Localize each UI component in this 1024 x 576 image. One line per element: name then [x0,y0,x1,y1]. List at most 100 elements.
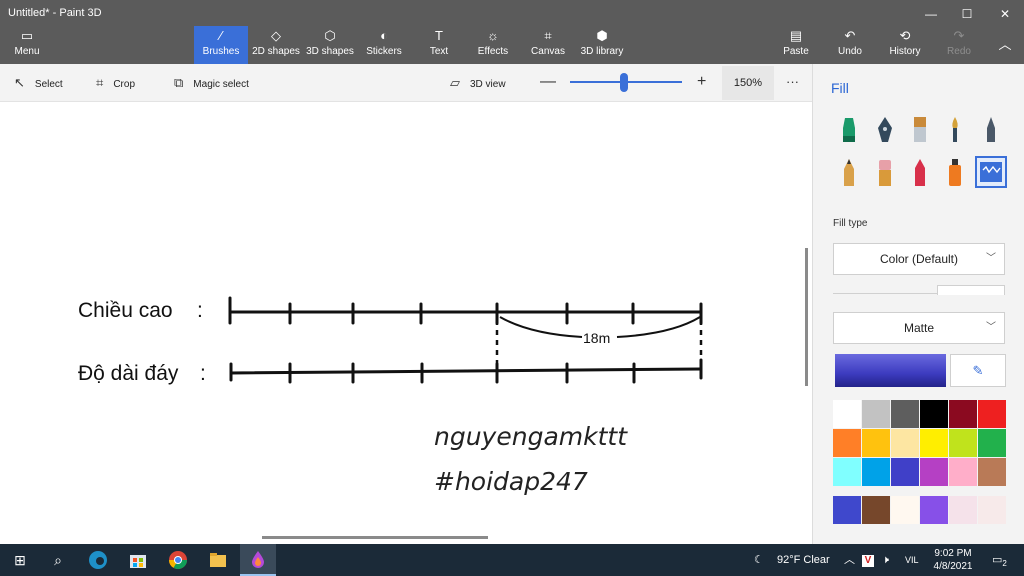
crop-icon: ⌗ [96,75,104,90]
notification-center-icon[interactable]: ▭2 [992,544,1007,576]
menu-button[interactable]: ▭ Menu [8,26,46,64]
base-segment [229,358,703,384]
store-icon [130,555,146,568]
redo-button[interactable]: ↷ Redo [944,26,974,64]
fill-bucket[interactable] [975,156,1007,188]
color-swatch[interactable] [891,458,919,486]
spray-can[interactable] [939,156,971,188]
chrome-app[interactable] [160,544,196,576]
fill-type-dropdown[interactable]: Color (Default) ﹀ [833,243,1005,275]
zoom-percentage[interactable]: 150% [722,66,774,100]
crop-button[interactable]: ⌗ Crop [96,64,135,102]
brush-icon: ⁄ [219,28,223,43]
hashtag-text: #hoidap247 [434,467,588,496]
eraser[interactable] [869,156,901,188]
color-swatch[interactable] [949,458,977,486]
color-swatch[interactable] [978,400,1006,428]
tray-chevron-up-icon[interactable]: ︿ [844,544,855,576]
brace-left [499,316,583,338]
pixel-pen[interactable] [975,114,1007,146]
close-window-button[interactable]: ✕ [986,2,1024,26]
color-swatch[interactable] [891,400,919,428]
color-swatch[interactable] [833,429,861,457]
file-explorer-app[interactable] [200,544,236,576]
zoom-slider-thumb[interactable] [619,73,628,92]
system-clock[interactable]: 9:02 PM 4/8/2021 [926,547,980,573]
color-swatch[interactable] [949,400,977,428]
watercolor-brush-icon [952,117,958,142]
horizontal-scrollbar[interactable] [262,536,488,539]
marker-brush[interactable] [833,114,865,146]
custom-color-swatch[interactable] [949,496,977,524]
color-swatch[interactable] [862,429,890,457]
custom-color-swatch[interactable] [978,496,1006,524]
custom-color-swatch[interactable] [833,496,861,524]
calligraphy-pen[interactable] [869,114,901,146]
vietkey-icon[interactable]: V [862,544,874,576]
canvas-tab[interactable]: ⌗ Canvas [530,26,566,64]
pencil[interactable] [833,156,865,188]
3d-library-tab[interactable]: ⬢ 3D library [580,26,624,64]
vertical-scrollbar[interactable] [805,248,808,386]
marker-brush-icon [843,118,855,142]
finish-dropdown[interactable]: Matte ﹀ [833,312,1005,344]
edge-app[interactable] [80,544,116,576]
zoom-in-button[interactable]: + [697,64,706,102]
spray-can-icon [949,159,961,186]
color-swatch[interactable] [920,400,948,428]
color-swatch[interactable] [833,400,861,428]
eyedropper-button[interactable]: ✎ [950,354,1006,387]
watercolor-brush[interactable] [939,114,971,146]
3d-view-icon: ▱ [450,75,460,90]
custom-color-swatch[interactable] [920,496,948,524]
text-tab[interactable]: T Text [424,26,454,64]
color-swatch[interactable] [978,429,1006,457]
oil-brush-icon [914,117,926,142]
color-swatch[interactable] [862,400,890,428]
color-swatch[interactable] [978,458,1006,486]
collapse-ribbon-button[interactable]: ︿ [990,26,1020,64]
color-swatch[interactable] [891,429,919,457]
stickers-tab[interactable]: ◐ Stickers [362,26,406,64]
input-language[interactable]: VIL [905,544,919,576]
custom-color-swatch[interactable] [891,496,919,524]
undo-button[interactable]: ↶ Undo [834,26,866,64]
custom-color-swatch[interactable] [862,496,890,524]
minimize-button[interactable]: — [912,2,950,26]
undo-icon: ↶ [844,28,856,43]
effects-tab[interactable]: ☼ Effects [474,26,512,64]
more-options-button[interactable]: ··· [786,64,799,102]
select-button[interactable]: ↖ Select [14,64,63,102]
color-swatch[interactable] [920,429,948,457]
2d-shapes-tab[interactable]: ◇ 2D shapes [250,26,302,64]
pencil-icon [844,159,854,186]
drawing-canvas[interactable]: Chiều cao : Độ dài đáy : 18m nguyengamkt… [0,102,812,544]
paste-button[interactable]: ▤ Paste [780,26,812,64]
color-swatch[interactable] [833,458,861,486]
color-swatch[interactable] [920,458,948,486]
3d-shapes-tab[interactable]: ⬡ 3D shapes [304,26,356,64]
zoom-out-button[interactable]: — [540,64,556,102]
crayon-icon [915,159,925,186]
paint3d-app[interactable] [240,544,276,576]
color-swatch[interactable] [862,458,890,486]
store-app[interactable] [120,544,156,576]
crayon[interactable] [904,156,936,188]
current-color-swatch[interactable] [835,354,946,387]
color-swatch[interactable] [949,429,977,457]
history-button[interactable]: ⟲ History [886,26,924,64]
paint3d-icon [252,551,264,568]
redo-icon: ↷ [953,28,965,43]
search-button[interactable]: ⌕ [40,544,76,576]
magic-select-button[interactable]: ⧉ Magic select [174,64,249,102]
search-icon: ⌕ [54,552,62,568]
oil-brush[interactable] [904,114,936,146]
chrome-icon [169,551,187,570]
thickness-slider-box[interactable] [937,285,1005,295]
3d-view-button[interactable]: ▱ 3D view [450,64,506,102]
weather-text[interactable]: 92°F Clear [777,544,830,576]
start-button[interactable]: ⊞ [2,544,38,576]
brushes-tab[interactable]: ⁄ Brushes [194,26,248,64]
maximize-button[interactable]: ☐ [948,2,986,26]
volume-muted-icon[interactable]: 🕨 [882,544,889,576]
